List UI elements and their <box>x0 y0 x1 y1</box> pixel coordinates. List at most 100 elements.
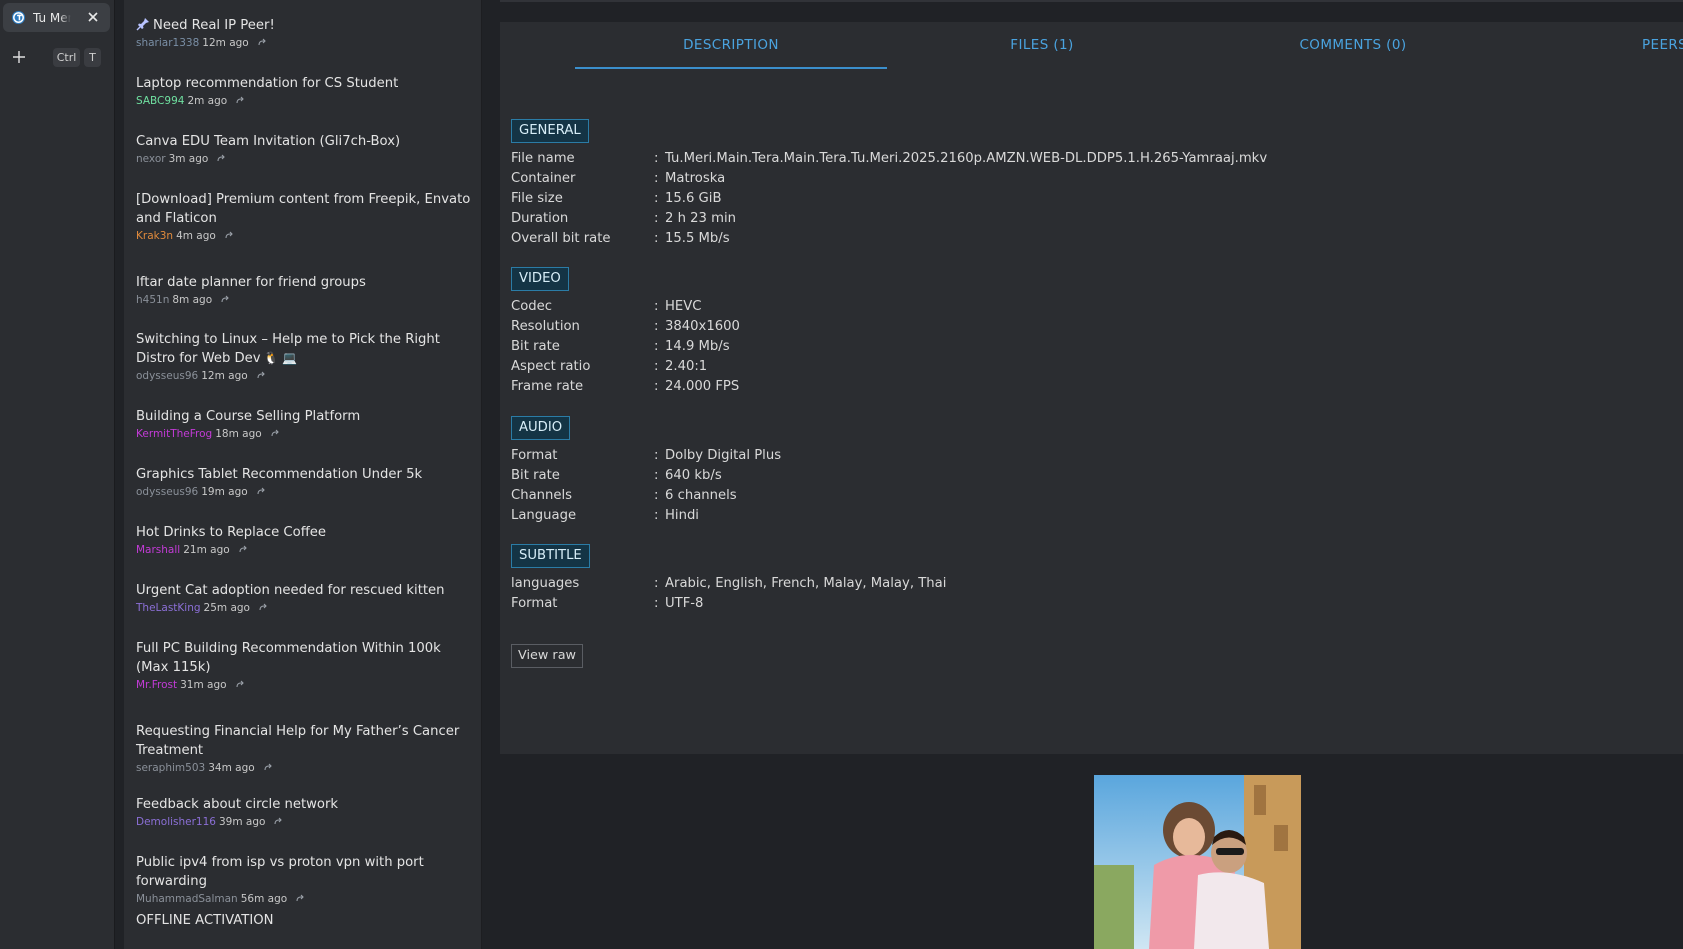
topic-title-text: Need Real IP Peer! <box>153 18 275 33</box>
reply-icon <box>271 429 279 437</box>
topic-list-item[interactable]: Requesting Financial Help for My Father’… <box>136 722 476 775</box>
topic-list-item[interactable]: Building a Course Selling Platform Kermit… <box>136 407 476 441</box>
topic-list-item[interactable]: Laptop recommendation for CS Student SABC… <box>136 74 476 108</box>
tab-peers[interactable]: PEERS <box>1642 37 1683 53</box>
topic-list-item[interactable]: Switching to Linux – Help me to Pick the… <box>136 330 476 383</box>
topic-author-link[interactable]: h451n <box>136 293 169 307</box>
mediainfo-key: Channels <box>511 487 573 503</box>
topic-meta: Mr.Frost 31m ago <box>136 678 476 692</box>
topic-author-link[interactable]: seraphim503 <box>136 761 205 775</box>
topic-title-link[interactable]: Switching to Linux – Help me to Pick the… <box>136 330 476 368</box>
topic-author-link[interactable]: Mr.Frost <box>136 678 177 692</box>
topic-timestamp: 19m ago <box>201 486 248 498</box>
topic-author-link[interactable]: TheLastKing <box>136 601 201 615</box>
topic-list-item[interactable]: Graphics Tablet Recommendation Under 5k o… <box>136 465 476 499</box>
topic-title-link[interactable]: Feedback about circle network <box>136 795 476 814</box>
topic-meta: TheLastKing 25m ago <box>136 601 476 615</box>
topic-list-item[interactable]: Feedback about circle network Demolisher1… <box>136 795 476 829</box>
section-header-badge: VIDEO <box>511 267 569 291</box>
topic-title-text: Urgent Cat adoption needed for rescued k… <box>136 583 445 598</box>
torrent-detail-panel: DESCRIPTION FILES (1) COMMENTS (0) PEERS… <box>500 22 1683 754</box>
topic-title-link[interactable]: Full PC Building Recommendation Within 1… <box>136 639 476 677</box>
topic-timestamp: 18m ago <box>215 428 262 440</box>
topic-author-link[interactable]: nexor <box>136 152 166 166</box>
topic-title-text: Laptop recommendation for CS Student <box>136 76 399 91</box>
topic-author-link[interactable]: shariar1338 <box>136 36 199 50</box>
mediainfo-value: 6 channels <box>665 487 737 503</box>
mediainfo-key: Frame rate <box>511 378 584 394</box>
topic-author-link[interactable]: Demolisher116 <box>136 815 216 829</box>
topic-list-item[interactable]: Canva EDU Team Invitation (Gli7ch-Box) ne… <box>136 132 476 166</box>
reply-icon <box>259 603 267 611</box>
topic-title-link[interactable]: Public ipv4 from isp vs proton vpn with … <box>136 853 476 891</box>
mediainfo-separator: : <box>654 595 659 611</box>
mediainfo-value: 24.000 FPS <box>665 378 740 394</box>
mediainfo-row: Codec: HEVC <box>511 296 740 316</box>
reply-icon <box>274 817 283 825</box>
topic-list-item[interactable]: Public ipv4 from isp vs proton vpn with … <box>136 853 476 906</box>
mediainfo-section: GENERAL File name: Tu.Meri.Main.Tera.Main.… <box>511 119 1267 248</box>
topic-list-item[interactable]: Iftar date planner for friend groups h451… <box>136 273 476 307</box>
topic-title-link[interactable]: Graphics Tablet Recommendation Under 5k <box>136 465 476 484</box>
tab-files[interactable]: FILES (1) <box>886 37 1198 53</box>
view-raw-button[interactable]: View raw <box>511 644 584 668</box>
topic-list-item[interactable]: OFFLINE ACTIVATION <box>136 911 476 930</box>
mediainfo-key: Bit rate <box>511 467 560 483</box>
close-icon[interactable] <box>86 10 100 24</box>
topic-title-link[interactable]: OFFLINE ACTIVATION <box>136 911 476 930</box>
mediainfo-key: Codec <box>511 298 553 314</box>
mediainfo-row: languages: Arabic, English, French, Malay… <box>511 573 946 593</box>
topic-title-text: Iftar date planner for friend groups <box>136 275 366 290</box>
browser-tab[interactable]: Tu Meri <box>3 3 110 32</box>
topic-title-link[interactable]: Urgent Cat adoption needed for rescued k… <box>136 581 476 600</box>
topic-title-link[interactable]: [Download] Premium content from Freepik,… <box>136 190 476 228</box>
pin-icon <box>136 18 149 31</box>
tab-comments[interactable]: COMMENTS (0) <box>1197 37 1509 53</box>
mediainfo-separator: : <box>654 467 659 483</box>
reply-icon <box>239 545 247 553</box>
active-tab-indicator <box>575 67 887 69</box>
topic-title-link[interactable]: Iftar date planner for friend groups <box>136 273 476 292</box>
topic-author-link[interactable]: Marshall <box>136 543 180 557</box>
topic-author-link[interactable]: KermitTheFrog <box>136 427 212 441</box>
topic-author-link[interactable]: SABC994 <box>136 94 184 108</box>
topic-author-link[interactable]: odysseus96 <box>136 485 198 499</box>
reply-icon <box>217 154 226 162</box>
topic-list-item[interactable]: Full PC Building Recommendation Within 1… <box>136 639 476 692</box>
mediainfo-value: Hindi <box>665 507 699 523</box>
plus-icon[interactable] <box>12 50 26 64</box>
topic-title-text: Full PC Building Recommendation Within 1… <box>136 641 441 675</box>
mediainfo-value: 2.40:1 <box>665 358 708 374</box>
mediainfo-row: File name: Tu.Meri.Main.Tera.Main.Tera.Tu… <box>511 148 1267 168</box>
topic-title-text: [Download] Premium content from Freepik,… <box>136 192 471 226</box>
topic-author-link[interactable]: odysseus96 <box>136 369 198 383</box>
recent-topics-sidebar: Need Real IP Peer! shariar1338 12m ago Lapt… <box>124 0 482 949</box>
topic-title-link[interactable]: Requesting Financial Help for My Father’… <box>136 722 476 760</box>
topic-author-link[interactable]: MuhammadSalman <box>136 892 238 906</box>
mediainfo-key: File size <box>511 190 563 206</box>
mediainfo-value: 3840x1600 <box>665 318 740 334</box>
topic-meta: nexor 3m ago <box>136 152 476 166</box>
topic-meta: Marshall 21m ago <box>136 543 476 557</box>
topic-list-item[interactable]: Need Real IP Peer! shariar1338 12m ago <box>136 16 476 50</box>
mediainfo-rows: languages: Arabic, English, French, Malay… <box>511 573 946 613</box>
topic-author-link[interactable]: Krak3n <box>136 229 173 243</box>
browser-tab-title: Tu Meri <box>33 10 71 25</box>
topic-timestamp: 21m ago <box>183 544 230 556</box>
tab-description[interactable]: DESCRIPTION <box>575 37 887 53</box>
topic-title-link[interactable]: Canva EDU Team Invitation (Gli7ch-Box) <box>136 132 476 151</box>
mediainfo-key: Overall bit rate <box>511 230 611 246</box>
mediainfo-row: File size:15.6 GiB <box>511 188 1267 208</box>
reply-icon <box>258 38 266 46</box>
topic-list-item[interactable]: Hot Drinks to Replace Coffee Marshall 21m … <box>136 523 476 557</box>
mediainfo-rows: Format: Dolby Digital Plus Bit rate:640 kb… <box>511 445 781 525</box>
topic-title-link[interactable]: Hot Drinks to Replace Coffee <box>136 523 476 542</box>
topic-title-link[interactable]: Building a Course Selling Platform <box>136 407 476 426</box>
topic-title-link[interactable]: Need Real IP Peer! <box>136 16 476 35</box>
mediainfo-value: Dolby Digital Plus <box>665 447 782 463</box>
topic-title-link[interactable]: Laptop recommendation for CS Student <box>136 74 476 93</box>
topic-list-item[interactable]: Urgent Cat adoption needed for rescued k… <box>136 581 476 615</box>
topic-list-item[interactable]: [Download] Premium content from Freepik,… <box>136 190 476 243</box>
mediainfo-separator: : <box>654 378 659 394</box>
mediainfo-row: Resolution:3840x1600 <box>511 316 740 336</box>
